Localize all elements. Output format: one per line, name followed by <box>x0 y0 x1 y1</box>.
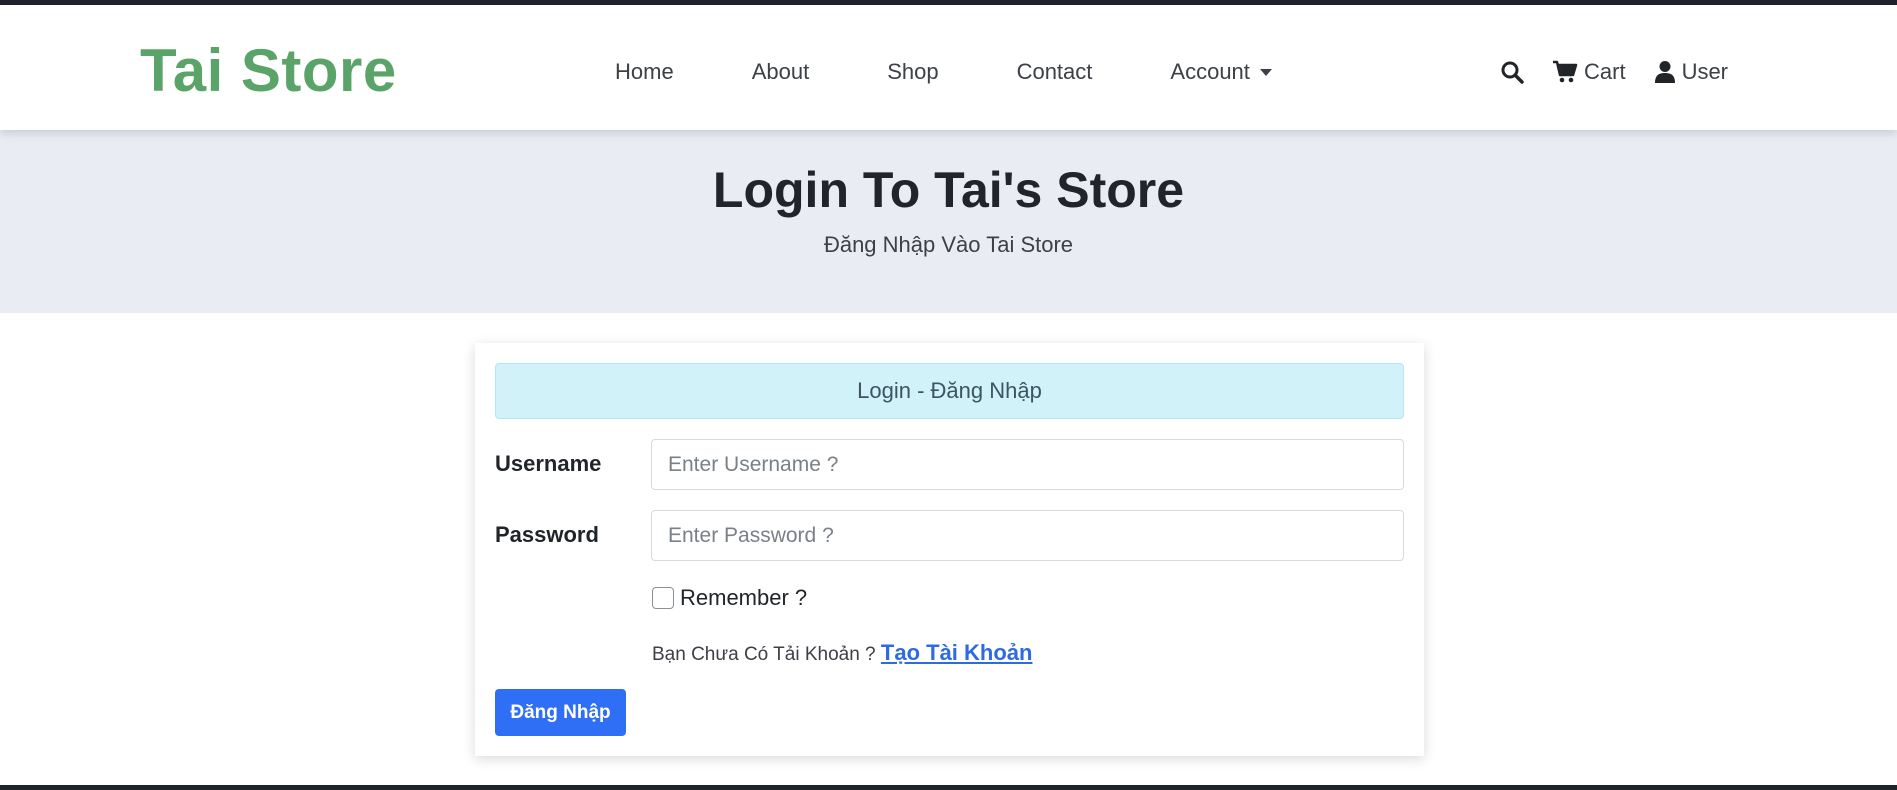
user-icon <box>1654 61 1675 83</box>
brand-logo[interactable]: Tai Store <box>140 35 397 107</box>
search-button[interactable] <box>1500 60 1524 84</box>
page-title: Login To Tai's Store <box>712 162 1185 218</box>
nav-shop[interactable]: Shop <box>887 57 938 87</box>
search-icon <box>1501 61 1524 84</box>
nav-account-label: Account <box>1170 59 1250 84</box>
login-card: Login - Đăng Nhập Username Password Reme… <box>475 343 1424 756</box>
caret-down-icon <box>1259 68 1272 76</box>
nav-account-dropdown[interactable]: Account <box>1170 57 1272 87</box>
username-label: Username <box>495 451 602 476</box>
user-label: User <box>1681 59 1729 84</box>
signup-prompt-text: Bạn Chưa Có Tải Khoản ? <box>652 644 876 665</box>
nav-home[interactable]: Home <box>615 57 674 87</box>
nav-links: Home About Shop Contact Account <box>615 57 1272 87</box>
cart-label: Cart <box>1584 59 1626 84</box>
login-submit-button[interactable]: Đăng Nhập <box>495 689 626 736</box>
remember-checkbox[interactable] <box>652 587 674 609</box>
hero-banner: Login To Tai's Store Đăng Nhập Vào Tai S… <box>0 130 1897 313</box>
bottom-border <box>0 785 1897 790</box>
signup-prompt: Bạn Chưa Có Tải Khoản ? Tạo Tài Khoản <box>652 639 1032 669</box>
nav-actions: Cart User <box>1500 57 1728 87</box>
create-account-link[interactable]: Tạo Tài Khoản <box>881 640 1033 665</box>
login-header-alert: Login - Đăng Nhập <box>495 363 1404 419</box>
nav-about[interactable]: About <box>752 57 810 87</box>
page-subtitle: Đăng Nhập Vào Tai Store <box>823 232 1074 257</box>
nav-contact[interactable]: Contact <box>1017 57 1093 87</box>
navbar: Tai Store Home About Shop Contact Accoun… <box>0 5 1897 130</box>
user-button[interactable]: User <box>1654 57 1728 87</box>
password-input[interactable] <box>651 510 1404 561</box>
cart-button[interactable]: Cart <box>1552 57 1626 87</box>
remember-label[interactable]: Remember ? <box>680 583 807 613</box>
username-input[interactable] <box>651 439 1404 490</box>
cart-icon <box>1553 60 1578 83</box>
password-label: Password <box>495 522 599 547</box>
